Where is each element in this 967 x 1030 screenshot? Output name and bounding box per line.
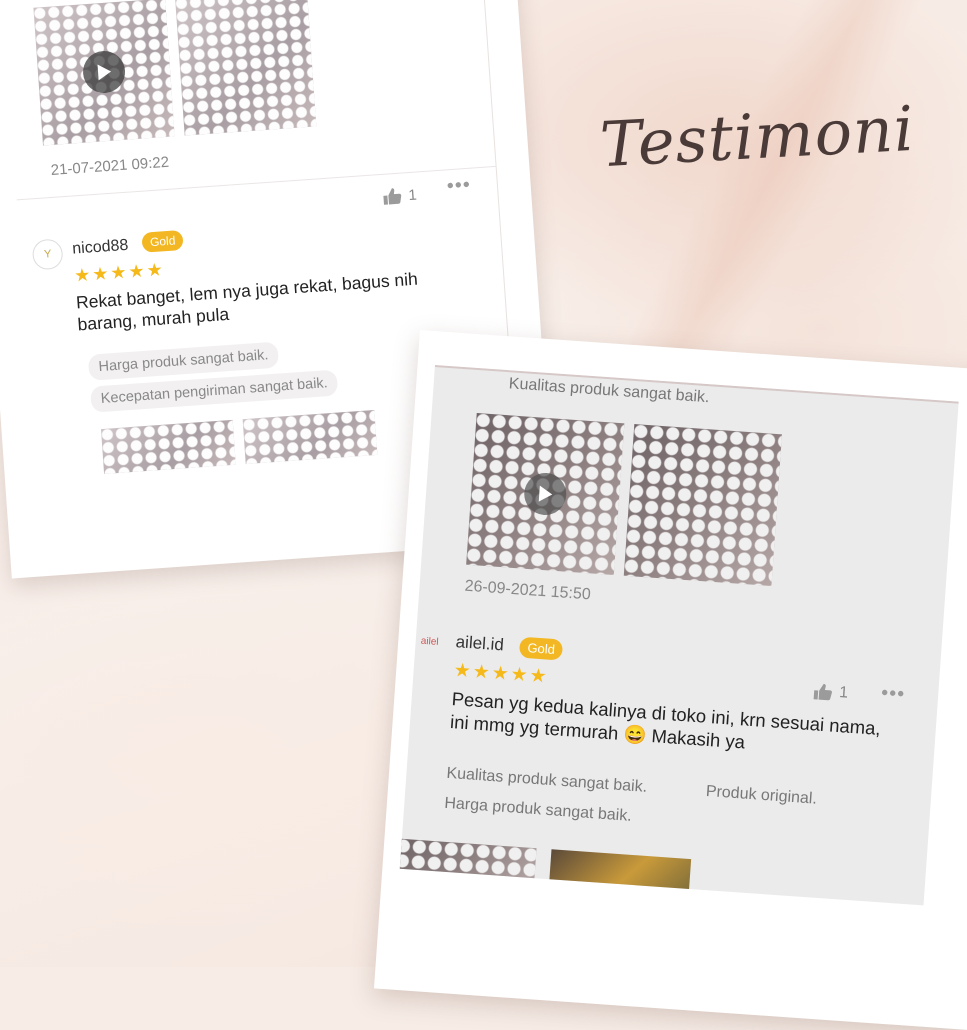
review-date: 26-09-2021 15:50 <box>464 577 592 604</box>
avatar[interactable]: ailel <box>415 626 445 656</box>
play-icon[interactable] <box>522 471 568 517</box>
tag-chip: Produk original. <box>705 782 818 808</box>
more-options-icon[interactable]: ••• <box>446 174 472 199</box>
star-rating: ★★★★★ <box>452 660 550 688</box>
reviewer-username[interactable]: ailel.id <box>455 632 504 655</box>
tag-chip: Harga produk sangat baik. <box>443 794 633 825</box>
review-photo-thumbnail[interactable] <box>100 419 236 474</box>
like-count: 1 <box>838 684 849 702</box>
reviewer-username[interactable]: nicod88 <box>72 237 129 259</box>
gold-badge: Gold <box>141 229 185 253</box>
like-button[interactable]: 1 <box>382 186 418 206</box>
review-photo-thumbnail[interactable] <box>242 409 378 465</box>
tag-chip: Kualitas produk sangat baik. <box>445 764 648 796</box>
thumbs-up-icon <box>813 683 832 701</box>
like-count: 1 <box>407 186 418 204</box>
star-rating: ★★★★★ <box>73 259 166 286</box>
review-video-thumbnail[interactable] <box>466 413 625 575</box>
review-screenshot-2: Kualitas produk sangat baik. 26-09-2021 … <box>399 365 959 906</box>
review-photo-thumbnail[interactable] <box>175 0 317 136</box>
gold-badge: Gold <box>518 636 564 661</box>
more-options-icon[interactable]: ••• <box>880 682 905 707</box>
play-icon[interactable] <box>81 49 127 95</box>
review-date: 21-07-2021 09:22 <box>50 153 170 179</box>
like-button[interactable]: 1 <box>813 682 849 702</box>
review-photo-thumbnail[interactable] <box>623 424 783 587</box>
review-video-thumbnail[interactable] <box>33 0 175 146</box>
thumbs-up-icon <box>383 188 402 205</box>
avatar[interactable]: Y <box>31 238 64 271</box>
